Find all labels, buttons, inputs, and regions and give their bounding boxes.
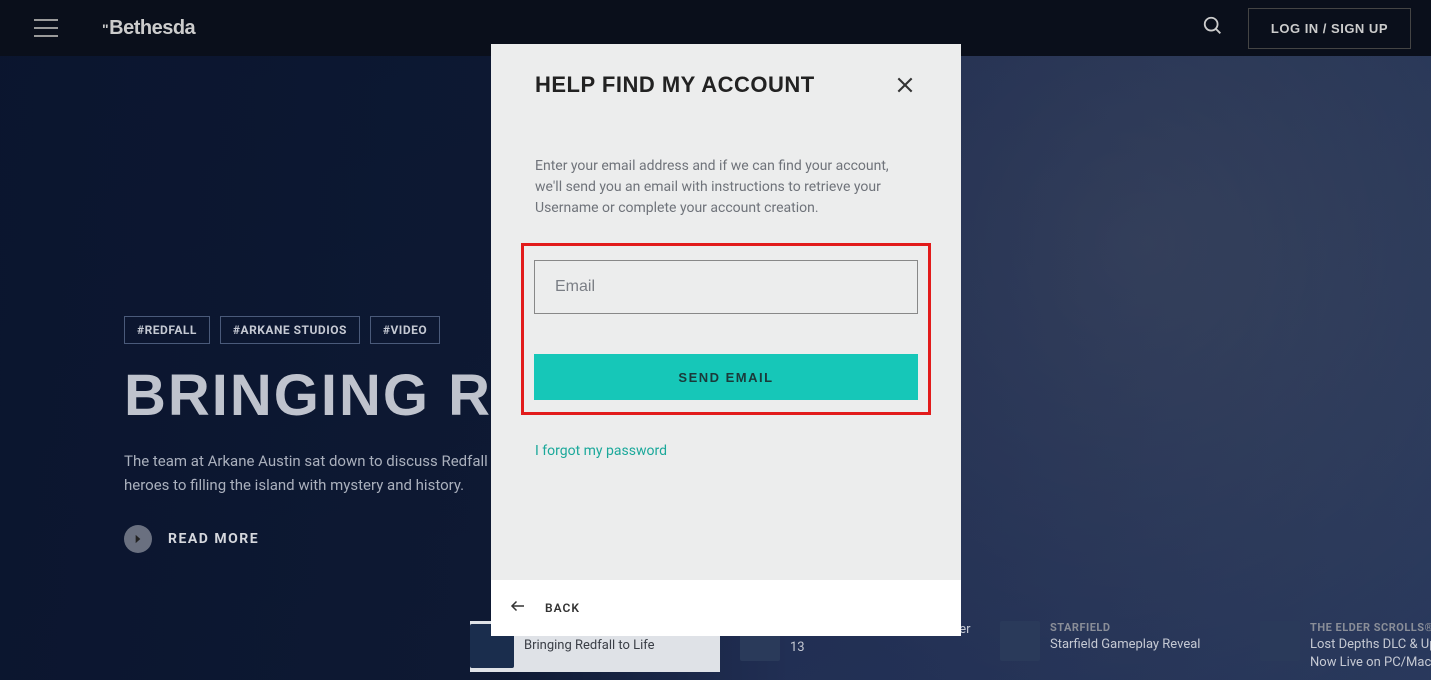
close-icon[interactable] xyxy=(893,73,917,97)
brand-logo[interactable]: Bethesda xyxy=(102,17,195,40)
back-button[interactable]: BACK xyxy=(491,580,961,636)
carousel-card[interactable]: STARFIELD Starfield Gameplay Reveal xyxy=(1000,621,1240,672)
tag-video[interactable]: #VIDEO xyxy=(370,316,440,344)
modal-description: Enter your email address and if we can f… xyxy=(535,156,917,219)
account-recovery-modal: HELP FIND MY ACCOUNT Enter your email ad… xyxy=(491,44,961,636)
card-category: STARFIELD xyxy=(1050,621,1200,634)
email-field[interactable] xyxy=(534,260,918,314)
card-title: Starfield Gameplay Reveal xyxy=(1050,636,1200,654)
login-signup-button[interactable]: LOG IN / SIGN UP xyxy=(1248,8,1411,49)
read-more-label: READ MORE xyxy=(168,531,259,547)
card-title: Bringing Redfall to Life xyxy=(524,637,655,655)
forgot-password-link[interactable]: I forgot my password xyxy=(535,443,667,459)
send-email-button[interactable]: SEND EMAIL xyxy=(534,354,918,400)
carousel-card[interactable]: THE ELDER SCROLLS® ONLINE Lost Depths DL… xyxy=(1260,621,1431,672)
search-icon[interactable] xyxy=(1202,15,1224,41)
tag-arkane[interactable]: #ARKANE STUDIOS xyxy=(220,316,360,344)
card-thumbnail xyxy=(1260,621,1300,661)
annotation-box: SEND EMAIL xyxy=(521,243,931,415)
back-label: BACK xyxy=(545,601,580,615)
card-category: THE ELDER SCROLLS® ONLINE xyxy=(1310,621,1431,634)
menu-icon[interactable] xyxy=(34,19,58,37)
modal-title: HELP FIND MY ACCOUNT xyxy=(535,72,815,98)
arrow-left-icon xyxy=(509,597,527,619)
tag-redfall[interactable]: #REDFALL xyxy=(124,316,210,344)
chevron-right-icon xyxy=(124,525,152,553)
card-title: Lost Depths DLC & Update 35 Now Live on … xyxy=(1310,636,1431,672)
card-thumbnail xyxy=(1000,621,1040,661)
